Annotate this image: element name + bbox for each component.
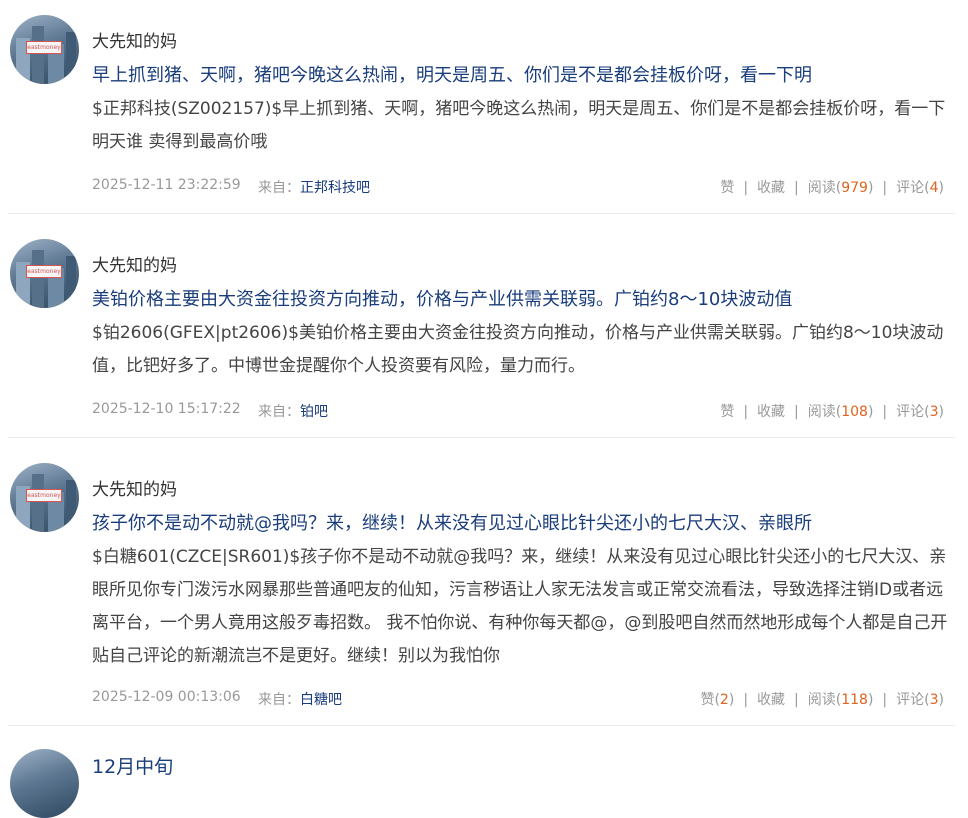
author-name[interactable]: 大先知的妈 — [92, 475, 177, 500]
post-title[interactable]: 12月中旬 — [92, 752, 173, 779]
post-item: eastmoney 大先知的妈 早上抓到猪、天啊，猪吧今晚这么热闹，明天是周五、… — [8, 0, 955, 214]
avatar-badge: eastmoney — [26, 41, 62, 54]
read-count: 阅读(108) — [807, 404, 874, 420]
favorite-button[interactable]: 收藏 — [757, 180, 785, 196]
comment-button[interactable]: 评论(3) — [896, 404, 944, 420]
post-source: 来自：铂吧 — [258, 401, 328, 421]
source-label: 来自： — [258, 404, 300, 420]
comment-button[interactable]: 评论(4) — [896, 180, 944, 196]
author-name[interactable]: 大先知的妈 — [92, 27, 177, 52]
post-content: $正邦科技(SZ002157)$早上抓到猪、天啊，猪吧今晚这么热闹，明天是周五、… — [92, 99, 946, 152]
author-name[interactable]: 大先知的妈 — [92, 251, 177, 276]
forum-link[interactable]: 铂吧 — [300, 404, 328, 420]
avatar-badge: eastmoney — [26, 489, 62, 502]
post-actions: 赞(2) | 收藏 | 阅读(118) | 评论(3) — [700, 692, 944, 708]
source-label: 来自： — [258, 692, 300, 708]
avatar[interactable]: eastmoney — [10, 463, 79, 532]
post-item: eastmoney 大先知的妈 美铂价格主要由大资金往投资方向推动，价格与产业供… — [8, 214, 955, 438]
post-content: $铂2606(GFEX|pt2606)$美铂价格主要由大资金往投资方向推动，价格… — [92, 323, 944, 376]
post-actions: 赞 | 收藏 | 阅读(979) | 评论(4) — [720, 180, 944, 196]
forum-link[interactable]: 白糖吧 — [300, 692, 342, 708]
avatar-badge: eastmoney — [26, 265, 62, 278]
post-source: 来自：正邦科技吧 — [258, 177, 370, 197]
post-date: 2025-12-09 00:13:06 — [92, 689, 241, 705]
post-content: $白糖601(CZCE|SR601)$孩子你不是动不动就@我吗？来，继续！从来没… — [92, 547, 948, 666]
post-title[interactable]: 美铂价格主要由大资金往投资方向推动，价格与产业供需关联弱。广铂约8～10块波动值 — [92, 285, 792, 311]
avatar[interactable]: eastmoney — [10, 239, 79, 308]
post-date: 2025-12-10 15:17:22 — [92, 401, 241, 417]
post-actions: 赞 | 收藏 | 阅读(108) | 评论(3) — [720, 404, 944, 420]
post-title[interactable]: 早上抓到猪、天啊，猪吧今晚这么热闹，明天是周五、你们是不是都会挂板价呀，看一下明 — [92, 61, 812, 87]
read-count: 阅读(118) — [807, 692, 874, 708]
forum-link[interactable]: 正邦科技吧 — [300, 180, 370, 196]
post-item: eastmoney 大先知的妈 孩子你不是动不动就@我吗？来，继续！从来没有见过… — [8, 438, 955, 726]
source-label: 来自： — [258, 180, 300, 196]
avatar[interactable] — [10, 749, 79, 818]
post-date: 2025-12-11 23:22:59 — [92, 177, 241, 193]
post-title[interactable]: 孩子你不是动不动就@我吗？来，继续！从来没有见过心眼比针尖还小的七尺大汉、亲眼所 — [92, 509, 812, 535]
like-button[interactable]: 赞(2) — [700, 692, 734, 708]
avatar[interactable]: eastmoney — [10, 15, 79, 84]
read-count: 阅读(979) — [807, 180, 874, 196]
comment-button[interactable]: 评论(3) — [896, 692, 944, 708]
like-button[interactable]: 赞 — [720, 180, 734, 196]
favorite-button[interactable]: 收藏 — [757, 692, 785, 708]
post-source: 来自：白糖吧 — [258, 689, 342, 709]
like-button[interactable]: 赞 — [720, 404, 734, 420]
favorite-button[interactable]: 收藏 — [757, 404, 785, 420]
